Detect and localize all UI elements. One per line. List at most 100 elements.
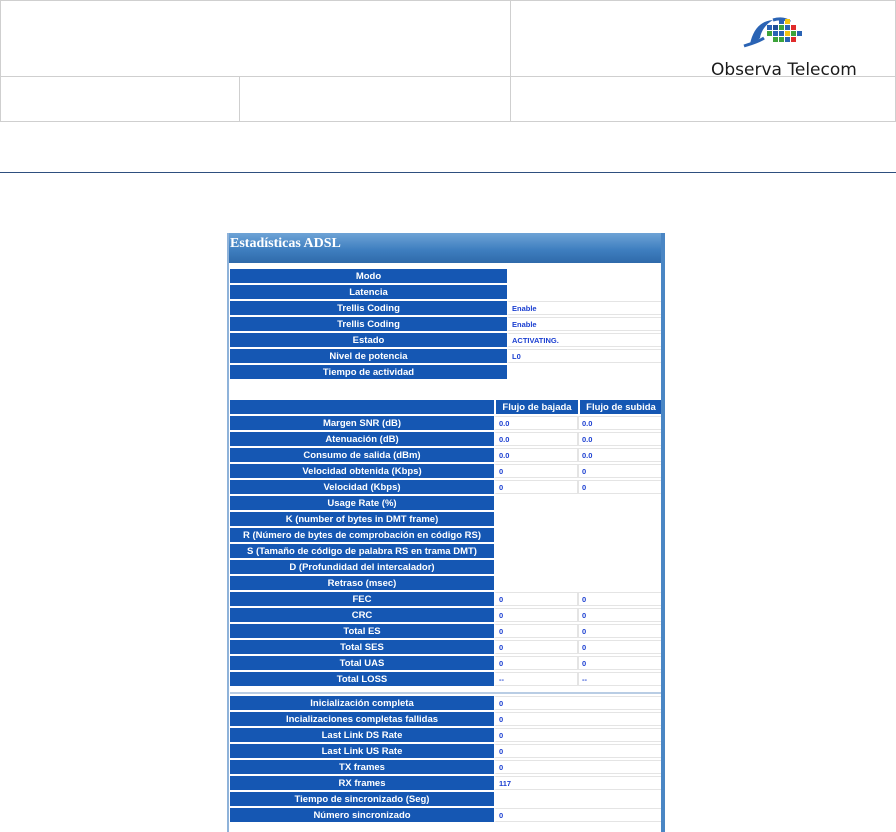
header-upstream: Flujo de subida	[578, 400, 661, 414]
field-value: L0	[507, 349, 661, 363]
stats-row: R (Número de bytes de comprobación en có…	[230, 528, 661, 542]
upstream-value: 0	[578, 640, 661, 654]
link-value: 0	[494, 744, 661, 758]
stat-label: CRC	[230, 608, 494, 622]
header-border-bottom	[0, 121, 896, 122]
downstream-value	[494, 544, 578, 558]
downstream-value: 0	[494, 480, 578, 494]
link-row: TX frames 0	[230, 760, 661, 774]
upstream-value	[578, 544, 661, 558]
field-label: Latencia	[230, 285, 507, 299]
link-row: RX frames 117	[230, 776, 661, 790]
field-value	[507, 269, 661, 283]
header-cell-divider	[239, 76, 240, 122]
link-value: 0	[494, 728, 661, 742]
upstream-value: 0	[578, 480, 661, 494]
downstream-value	[494, 576, 578, 590]
link-label: Inicialización completa	[230, 696, 494, 710]
downstream-value	[494, 560, 578, 574]
stats-row: D (Profundidad del intercalador)	[230, 560, 661, 574]
upstream-value	[578, 560, 661, 574]
stats-row: Total UAS 0 0	[230, 656, 661, 670]
link-value: 117	[494, 776, 661, 790]
stats-row: K (number of bytes in DMT frame)	[230, 512, 661, 526]
stats-header-row: Flujo de bajada Flujo de subida	[230, 400, 661, 414]
general-row: Latencia	[230, 285, 661, 299]
link-value: 0	[494, 712, 661, 726]
link-row: Inicialización completa 0	[230, 696, 661, 710]
stat-label: D (Profundidad del intercalador)	[230, 560, 494, 574]
link-label: Last Link DS Rate	[230, 728, 494, 742]
upstream-value	[578, 576, 661, 590]
field-label: Estado	[230, 333, 507, 347]
upstream-value: 0	[578, 592, 661, 606]
field-label: Modo	[230, 269, 507, 283]
field-label: Tiempo de actividad	[230, 365, 507, 379]
header-rule	[0, 172, 896, 173]
upstream-value: 0.0	[578, 448, 661, 462]
stat-label: Retraso (msec)	[230, 576, 494, 590]
stats-row: Velocidad (Kbps) 0 0	[230, 480, 661, 494]
downstream-value: --	[494, 672, 578, 686]
stats-row: CRC 0 0	[230, 608, 661, 622]
stat-label: Total SES	[230, 640, 494, 654]
field-value: Enable	[507, 317, 661, 331]
stats-row: Retraso (msec)	[230, 576, 661, 590]
link-label: RX frames	[230, 776, 494, 790]
adsl-statistics-panel: Estadísticas ADSL Modo Latencia Trellis Co…	[227, 233, 665, 832]
stats-row: FEC 0 0	[230, 592, 661, 606]
stat-label: R (Número de bytes de comprobación en có…	[230, 528, 494, 542]
link-label: Last Link US Rate	[230, 744, 494, 758]
link-value	[494, 792, 661, 806]
link-row: Incializaciones completas fallidas 0	[230, 712, 661, 726]
stat-label: Usage Rate (%)	[230, 496, 494, 510]
upstream-value: 0	[578, 624, 661, 638]
field-value	[507, 365, 661, 379]
downstream-value: 0	[494, 624, 578, 638]
downstream-value: 0	[494, 656, 578, 670]
upstream-value	[578, 496, 661, 510]
link-label: Número sincronizado	[230, 808, 494, 822]
stat-label: Consumo de salida (dBm)	[230, 448, 494, 462]
stats-row: Margen SNR (dB) 0.0 0.0	[230, 416, 661, 430]
header-border-left	[0, 0, 1, 122]
stat-label: Total ES	[230, 624, 494, 638]
upstream-value: 0.0	[578, 416, 661, 430]
stats-row: Total ES 0 0	[230, 624, 661, 638]
link-value: 0	[494, 808, 661, 822]
downstream-value: 0	[494, 592, 578, 606]
general-row: Estado ACTIVATING.	[230, 333, 661, 347]
downstream-value	[494, 496, 578, 510]
field-value: ACTIVATING.	[507, 333, 661, 347]
stats-row: Total LOSS -- --	[230, 672, 661, 686]
panel-title: Estadísticas ADSL	[229, 233, 661, 263]
downstream-value	[494, 512, 578, 526]
general-row: Trellis Coding Enable	[230, 317, 661, 331]
downstream-value: 0	[494, 464, 578, 478]
stat-label: Total UAS	[230, 656, 494, 670]
header-column-divider	[510, 0, 511, 122]
field-label: Nivel de potencia	[230, 349, 507, 363]
stats-row: Consumo de salida (dBm) 0.0 0.0	[230, 448, 661, 462]
header-border-top	[0, 0, 896, 1]
field-label: Trellis Coding	[230, 301, 507, 315]
link-row: Número sincronizado 0	[230, 808, 661, 822]
downstream-value	[494, 528, 578, 542]
upstream-value: 0	[578, 608, 661, 622]
stats-row: Total SES 0 0	[230, 640, 661, 654]
stat-label: K (number of bytes in DMT frame)	[230, 512, 494, 526]
link-row: Last Link DS Rate 0	[230, 728, 661, 742]
field-label: Trellis Coding	[230, 317, 507, 331]
header-downstream: Flujo de bajada	[494, 400, 578, 414]
upstream-value: 0.0	[578, 432, 661, 446]
link-value: 0	[494, 696, 661, 710]
upstream-value: 0	[578, 656, 661, 670]
general-row: Tiempo de actividad	[230, 365, 661, 379]
field-value	[507, 285, 661, 299]
stats-row: S (Tamaño de código de palabra RS en tra…	[230, 544, 661, 558]
upstream-value: --	[578, 672, 661, 686]
stats-header-blank	[230, 400, 494, 414]
stat-label: Velocidad obtenida (Kbps)	[230, 464, 494, 478]
general-row: Nivel de potencia L0	[230, 349, 661, 363]
stat-label: FEC	[230, 592, 494, 606]
